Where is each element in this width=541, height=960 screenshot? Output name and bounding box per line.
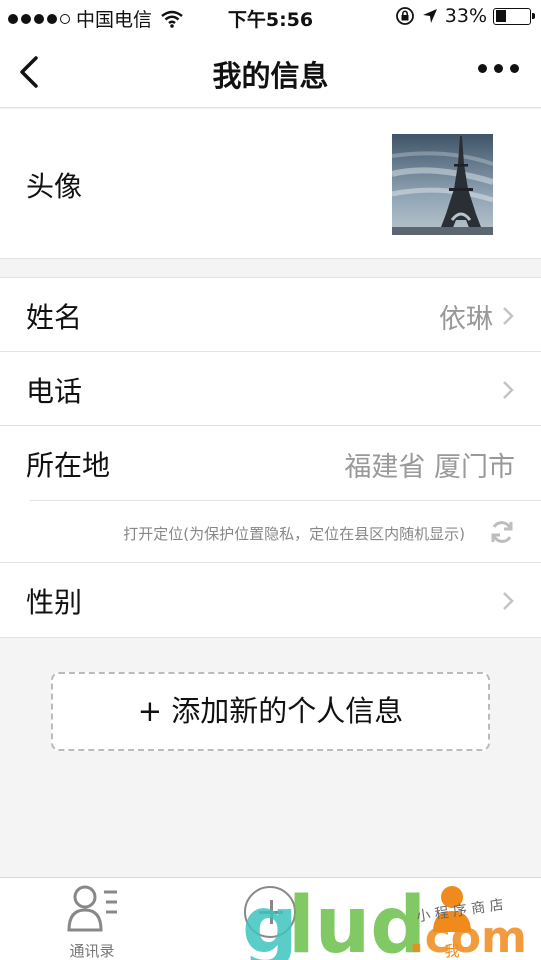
name-value: 依琳 [439,304,493,335]
add-circle-icon[interactable] [244,886,296,938]
refresh-icon[interactable] [489,519,515,545]
chevron-right-icon [503,592,514,610]
name-label: 姓名 [26,301,83,334]
battery-percent: 33% [444,5,487,27]
avatar[interactable] [392,134,493,235]
tab-me-label: 我 [444,942,460,960]
eiffel-tower-photo [392,134,493,235]
tab-contacts[interactable]: 通讯录 [52,884,132,960]
info-fields-group: 姓名 依琳 电话 所在地 福建省 厦门市 打开定位(为保护位置隐私，定位在县区内… [0,277,541,638]
gender-row[interactable]: 性别 [0,563,541,637]
gender-label: 性别 [26,586,83,619]
tab-contacts-label: 通讯录 [69,942,115,960]
location-value: 福建省 厦门市 [344,452,515,483]
more-dots-icon [478,64,487,73]
status-right: 33% [395,5,535,27]
chevron-right-icon [503,381,514,399]
contacts-icon [67,885,117,932]
avatar-label: 头像 [26,170,83,203]
chevron-right-icon [503,307,514,325]
tab-me[interactable]: 我 [428,884,476,960]
name-row[interactable]: 姓名 依琳 [0,278,541,352]
avatar-row[interactable]: 头像 [0,109,541,259]
phone-row[interactable]: 电话 [0,352,541,426]
tab-bar: 通讯录 我 [0,877,541,960]
location-arrow-icon [422,9,437,23]
phone-label: 电话 [26,375,83,408]
battery-icon [493,7,535,25]
location-hint: 打开定位(为保护位置隐私，定位在县区内随机显示) [123,525,465,543]
status-bar: 中国电信 下午5:56 33% [0,0,541,36]
navigation-bar: 我的信息 [0,36,541,108]
location-row[interactable]: 所在地 福建省 厦门市 [0,426,541,500]
add-info-button[interactable]: + 添加新的个人信息 [51,672,490,751]
more-button[interactable] [478,64,519,73]
me-icon [433,886,471,932]
location-label: 所在地 [26,449,111,482]
orientation-lock-icon [395,7,414,25]
page-title: 我的信息 [212,59,329,93]
location-hint-row: 打开定位(为保护位置隐私，定位在县区内随机显示) [0,501,541,563]
